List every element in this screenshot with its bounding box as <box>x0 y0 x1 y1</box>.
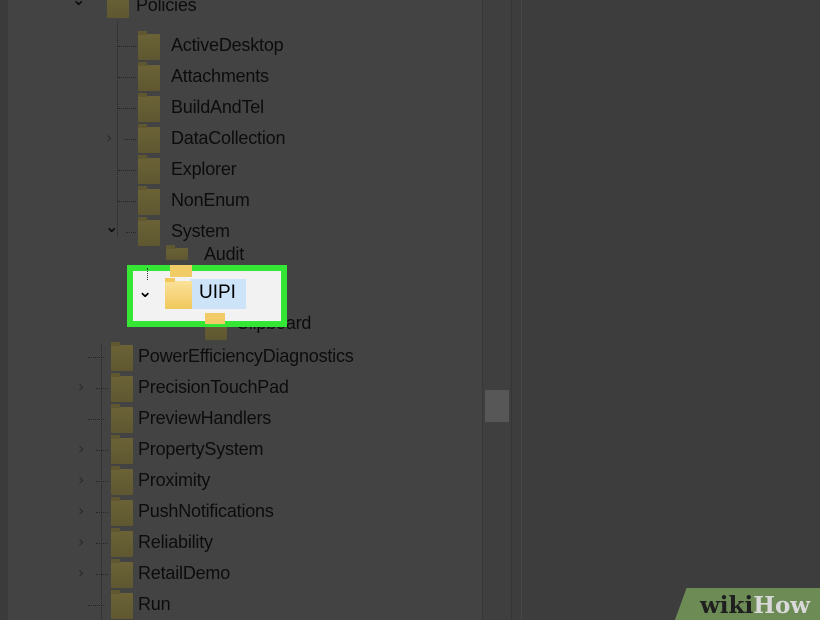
tree-connector <box>118 108 136 109</box>
folder-icon <box>111 435 133 464</box>
tree-connector <box>118 201 136 202</box>
tree-connector <box>96 450 108 451</box>
folder-icon <box>138 186 160 215</box>
tree-connector <box>118 46 136 47</box>
folder-icon <box>138 155 160 184</box>
tree-node-label: Attachments <box>171 66 269 86</box>
tree-node-datacollection[interactable]: › DataCollection <box>8 124 478 155</box>
folder-icon <box>111 528 133 557</box>
tree-node-label: BuildAndTel <box>171 97 264 117</box>
tree-node-precisiontouchpad[interactable]: › PrecisionTouchPad <box>8 373 478 404</box>
folder-icon <box>107 0 129 18</box>
tree-node-propertysystem[interactable]: › PropertySystem <box>8 435 478 466</box>
chevron-right-icon[interactable]: › <box>78 439 84 458</box>
tree-node-retaildemo[interactable]: › RetailDemo <box>8 559 478 590</box>
tree-node-label: PreviewHandlers <box>138 408 272 428</box>
tree-node-label: Proximity <box>138 470 211 490</box>
folder-icon <box>111 497 133 526</box>
tree-node-label: System <box>171 221 230 241</box>
tree-node-explorer[interactable]: Explorer <box>8 155 478 186</box>
tree-node-attachments[interactable]: Attachments <box>8 62 478 93</box>
tree-node-label: RetailDemo <box>138 563 231 583</box>
audit-folder-icon <box>170 265 192 277</box>
tree-node-label: PrecisionTouchPad <box>138 377 289 397</box>
folder-icon <box>138 31 160 60</box>
chevron-down-icon[interactable]: ⌄ <box>105 217 118 236</box>
tree-node-run[interactable]: Run <box>8 590 478 620</box>
folder-icon <box>138 124 160 153</box>
tree-node-label: Reliability <box>138 532 213 552</box>
tree-connector <box>96 574 108 575</box>
folder-icon <box>111 559 133 588</box>
watermark-part2: How <box>753 592 811 619</box>
folder-icon <box>111 466 133 495</box>
scrollbar-thumb[interactable] <box>485 390 509 422</box>
tree-node-proximity[interactable]: › Proximity <box>8 466 478 497</box>
chevron-right-icon[interactable]: › <box>78 563 84 582</box>
tree-node-label: PropertySystem <box>138 439 264 459</box>
tree-node-label: Audit <box>204 244 245 264</box>
chevron-right-icon[interactable]: › <box>78 470 84 489</box>
tree-node-label: Explorer <box>171 159 237 179</box>
tree-node-buildandtel[interactable]: BuildAndTel <box>8 93 478 124</box>
chevron-down-icon[interactable]: ⌄ <box>138 282 152 302</box>
tree-node-uipi-label[interactable]: UIPI <box>199 282 236 304</box>
chevron-right-icon[interactable]: › <box>78 532 84 551</box>
folder-icon <box>138 62 160 91</box>
tree-connector <box>88 605 104 606</box>
chevron-down-icon[interactable]: ⌄ <box>72 0 85 9</box>
tree-connector <box>96 481 108 482</box>
tree-node-reliability[interactable]: › Reliability <box>8 528 478 559</box>
tree-node-policies[interactable]: ⌄ Policies <box>8 0 478 30</box>
tree-node-label: PushNotifications <box>138 501 274 521</box>
column-divider <box>521 0 522 620</box>
values-pane[interactable] <box>511 0 820 620</box>
tree-node-label: PowerEfficiencyDiagnostics <box>138 346 354 366</box>
folder-icon <box>166 245 188 260</box>
tree-node-previewhandlers[interactable]: PreviewHandlers <box>8 404 478 435</box>
tree-node-label: DataCollection <box>171 128 286 148</box>
chevron-right-icon[interactable]: › <box>78 377 84 396</box>
folder-icon <box>111 590 133 619</box>
folder-icon <box>111 342 133 371</box>
tree-connector <box>96 388 108 389</box>
tree-connector <box>88 419 104 420</box>
tree-node-powerefficiencydiagnostics[interactable]: PowerEfficiencyDiagnostics <box>8 342 478 373</box>
tree-connector <box>96 512 108 513</box>
watermark-logo: wikiHow <box>700 592 810 619</box>
tree-guide-line <box>147 268 148 280</box>
tree-node-activedesktop[interactable]: ActiveDesktop <box>8 31 478 62</box>
chevron-right-icon[interactable]: › <box>78 501 84 520</box>
tree-node-label: Policies <box>136 0 197 15</box>
folder-icon <box>138 217 160 246</box>
tree-connector <box>126 232 136 233</box>
chevron-right-icon[interactable]: › <box>106 128 112 147</box>
tree-node-pushnotifications[interactable]: › PushNotifications <box>8 497 478 528</box>
watermark-part1: wiki <box>700 592 754 619</box>
tree-scrollbar[interactable] <box>482 0 512 620</box>
tree-node-label: NonEnum <box>171 190 250 210</box>
tree-connector <box>118 170 136 171</box>
registry-editor-window: ⌄ Policies ActiveDesktop Attachments Bui… <box>0 0 820 620</box>
tree-connector <box>124 139 136 140</box>
tree-node-label: Run <box>138 594 171 614</box>
tree-connector <box>118 77 136 78</box>
tree-connector <box>88 357 104 358</box>
tree-connector <box>96 543 108 544</box>
tree-node-nonenum[interactable]: NonEnum <box>8 186 478 217</box>
folder-icon <box>165 278 192 309</box>
folder-icon <box>138 93 160 122</box>
tree-node-label: ActiveDesktop <box>171 35 284 55</box>
clipboard-folder-icon <box>205 313 225 324</box>
folder-icon <box>111 373 133 402</box>
folder-icon <box>111 404 133 433</box>
